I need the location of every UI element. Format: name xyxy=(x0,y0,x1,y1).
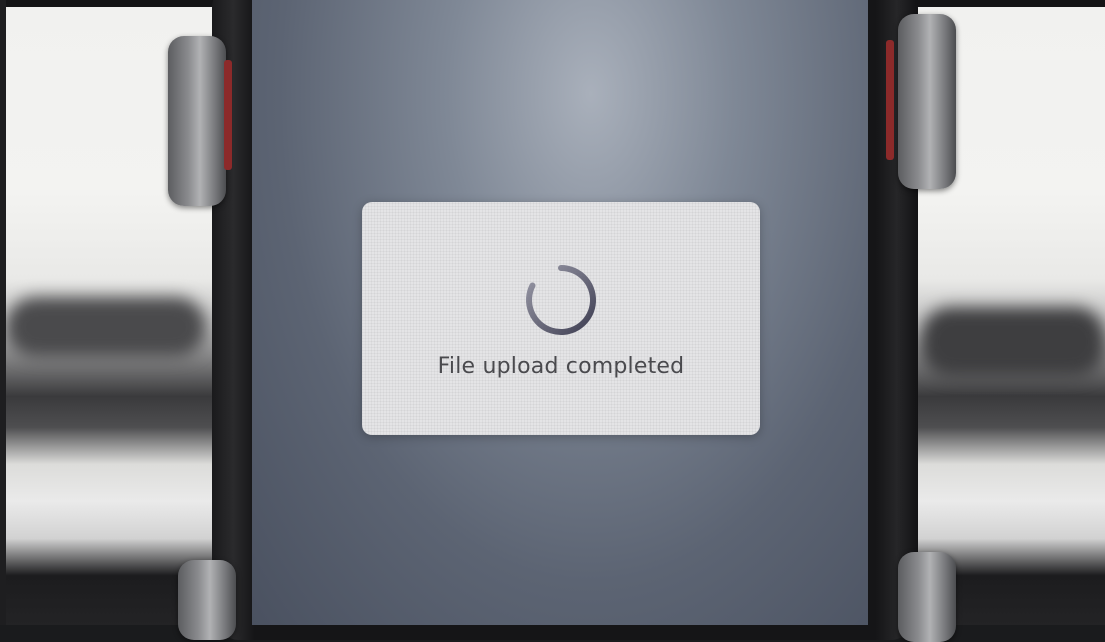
phone-holder-clamp-bottom-left xyxy=(178,560,236,640)
background-blur-left xyxy=(6,297,206,357)
phone-holder-clamp-top-left xyxy=(168,36,226,206)
phone-holder-clamp-accent-top-left xyxy=(224,60,232,170)
phone-holder-clamp-bottom-right xyxy=(898,552,956,642)
upload-status-message: File upload completed xyxy=(437,354,685,379)
upload-dialog: File upload completed xyxy=(362,202,760,435)
loading-spinner-icon xyxy=(526,265,597,335)
background-blur-right xyxy=(921,307,1105,377)
phone-holder-clamp-top-right xyxy=(898,14,956,189)
phone-holder-clamp-accent-top-right xyxy=(886,40,894,160)
